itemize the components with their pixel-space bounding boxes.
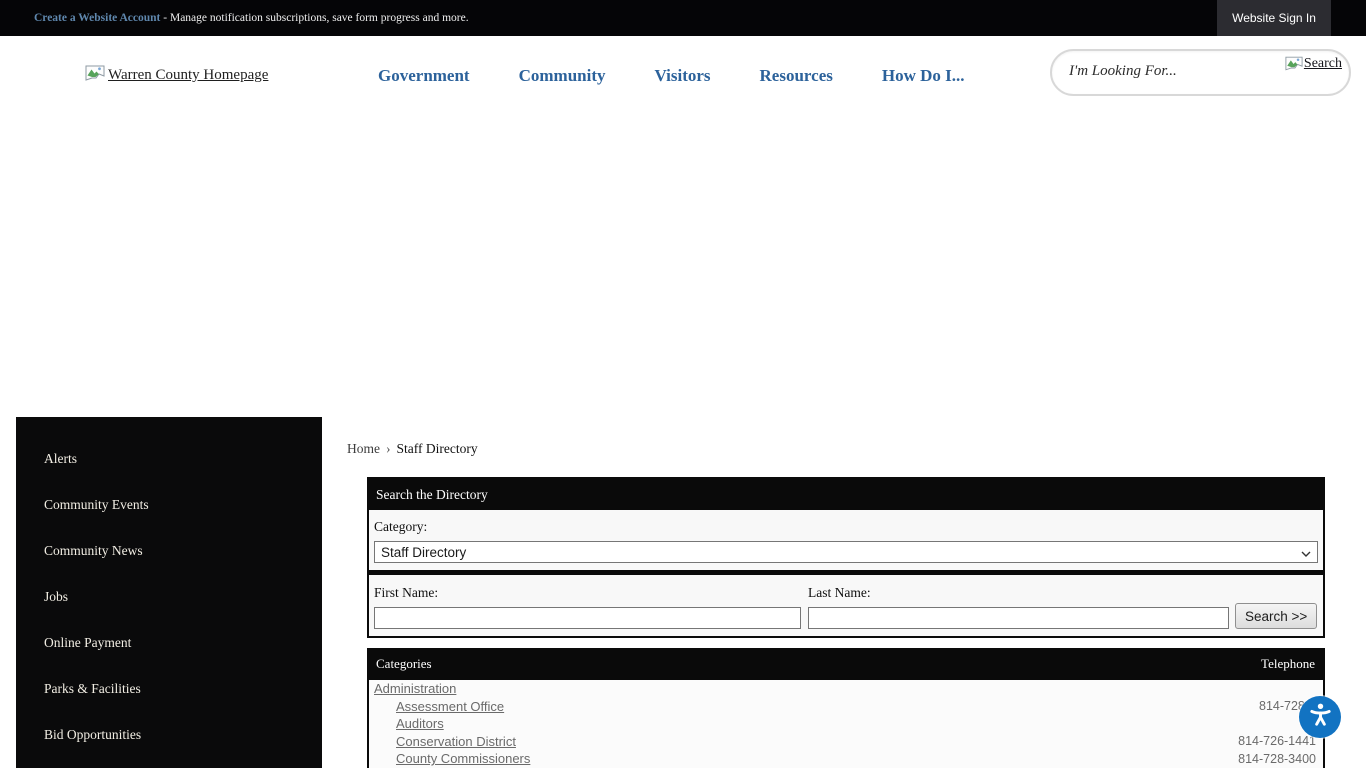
- search-link-label: Search: [1304, 56, 1342, 72]
- name-search-section: First Name: Last Name: Search >>: [369, 575, 1323, 636]
- directory-table-header: Categories Telephone: [369, 648, 1323, 680]
- homepage-logo-link[interactable]: Warren County Homepage: [85, 36, 268, 115]
- search-directory-panel: Search the Directory Category: Staff Dir…: [367, 477, 1325, 638]
- sidebar-item-parks-facilities[interactable]: Parks & Facilities: [44, 681, 322, 701]
- main-navigation: Government Community Visitors Resources …: [378, 36, 965, 115]
- nav-community[interactable]: Community: [519, 66, 606, 86]
- first-name-label: First Name:: [374, 585, 801, 601]
- sidebar-item-alerts[interactable]: Alerts: [44, 451, 322, 471]
- breadcrumb-current: Staff Directory: [397, 441, 478, 456]
- accessibility-icon: [1307, 701, 1334, 733]
- panel-title: Search the Directory: [369, 479, 1323, 510]
- breadcrumb: Home › Staff Directory: [347, 441, 478, 457]
- site-search-submit[interactable]: Search: [1285, 56, 1342, 76]
- first-name-input[interactable]: [374, 607, 801, 629]
- first-name-field-group: First Name:: [374, 585, 801, 629]
- telephone-value: 814-726-1441: [1238, 734, 1316, 748]
- left-sidebar: Alerts Community Events Community News J…: [16, 417, 322, 768]
- breadcrumb-home-link[interactable]: Home: [347, 441, 380, 456]
- nav-resources[interactable]: Resources: [760, 66, 833, 86]
- category-link-conservation-district[interactable]: Conservation District: [396, 734, 516, 749]
- nav-visitors[interactable]: Visitors: [655, 66, 711, 86]
- telephone-value: 814-728-3400: [1238, 752, 1316, 766]
- logo-alt-text: Warren County Homepage: [108, 67, 268, 84]
- telephone-column-header: Telephone: [1261, 656, 1315, 672]
- sidebar-item-bid-opportunities[interactable]: Bid Opportunities: [44, 727, 322, 747]
- site-search-input[interactable]: [1069, 63, 1254, 80]
- last-name-label: Last Name:: [808, 585, 1229, 601]
- sidebar-item-community-news[interactable]: Community News: [44, 543, 322, 563]
- create-account-link[interactable]: Create a Website Account: [34, 12, 160, 24]
- categories-column-header: Categories: [376, 656, 432, 672]
- sidebar-item-online-payment[interactable]: Online Payment: [44, 635, 322, 655]
- nav-how-do-i[interactable]: How Do I...: [882, 66, 965, 86]
- category-section: Category: Staff Directory: [369, 510, 1323, 570]
- table-row: County Commissioners 814-728-3400: [369, 750, 1323, 768]
- category-link-county-commissioners[interactable]: County Commissioners: [396, 751, 530, 766]
- accessibility-widget-button[interactable]: [1299, 696, 1341, 738]
- category-link-assessment-office[interactable]: Assessment Office: [396, 699, 504, 714]
- account-line: Create a Website Account - Manage notifi…: [34, 0, 469, 36]
- last-name-input[interactable]: [808, 607, 1229, 629]
- broken-image-icon: [1285, 56, 1303, 76]
- category-link-auditors[interactable]: Auditors: [396, 716, 444, 731]
- directory-table: Categories Telephone Administration Asse…: [367, 648, 1325, 768]
- chevron-down-icon: [1301, 545, 1311, 560]
- category-select[interactable]: Staff Directory: [374, 541, 1318, 563]
- top-bar: Create a Website Account - Manage notifi…: [0, 0, 1366, 36]
- category-selected-value: Staff Directory: [381, 545, 466, 560]
- last-name-field-group: Last Name:: [808, 585, 1229, 629]
- category-link-administration[interactable]: Administration: [374, 681, 456, 696]
- site-header: Warren County Homepage Government Commun…: [0, 36, 1366, 116]
- sidebar-item-jobs[interactable]: Jobs: [44, 589, 322, 609]
- table-row: Conservation District 814-726-1441: [369, 733, 1323, 751]
- nav-government[interactable]: Government: [378, 66, 470, 86]
- broken-image-icon: [85, 65, 105, 86]
- sidebar-item-community-events[interactable]: Community Events: [44, 497, 322, 517]
- table-row: Assessment Office 814-728-3: [369, 698, 1323, 716]
- site-search-box: Search: [1050, 49, 1351, 96]
- directory-search-button[interactable]: Search >>: [1235, 603, 1317, 629]
- website-sign-in-button[interactable]: Website Sign In: [1217, 0, 1331, 36]
- category-label: Category:: [374, 519, 1318, 535]
- breadcrumb-separator: ›: [386, 441, 391, 456]
- table-row: Administration: [369, 680, 1323, 698]
- table-row: Auditors: [369, 715, 1323, 733]
- account-tagline-text: - Manage notification subscriptions, sav…: [163, 12, 468, 24]
